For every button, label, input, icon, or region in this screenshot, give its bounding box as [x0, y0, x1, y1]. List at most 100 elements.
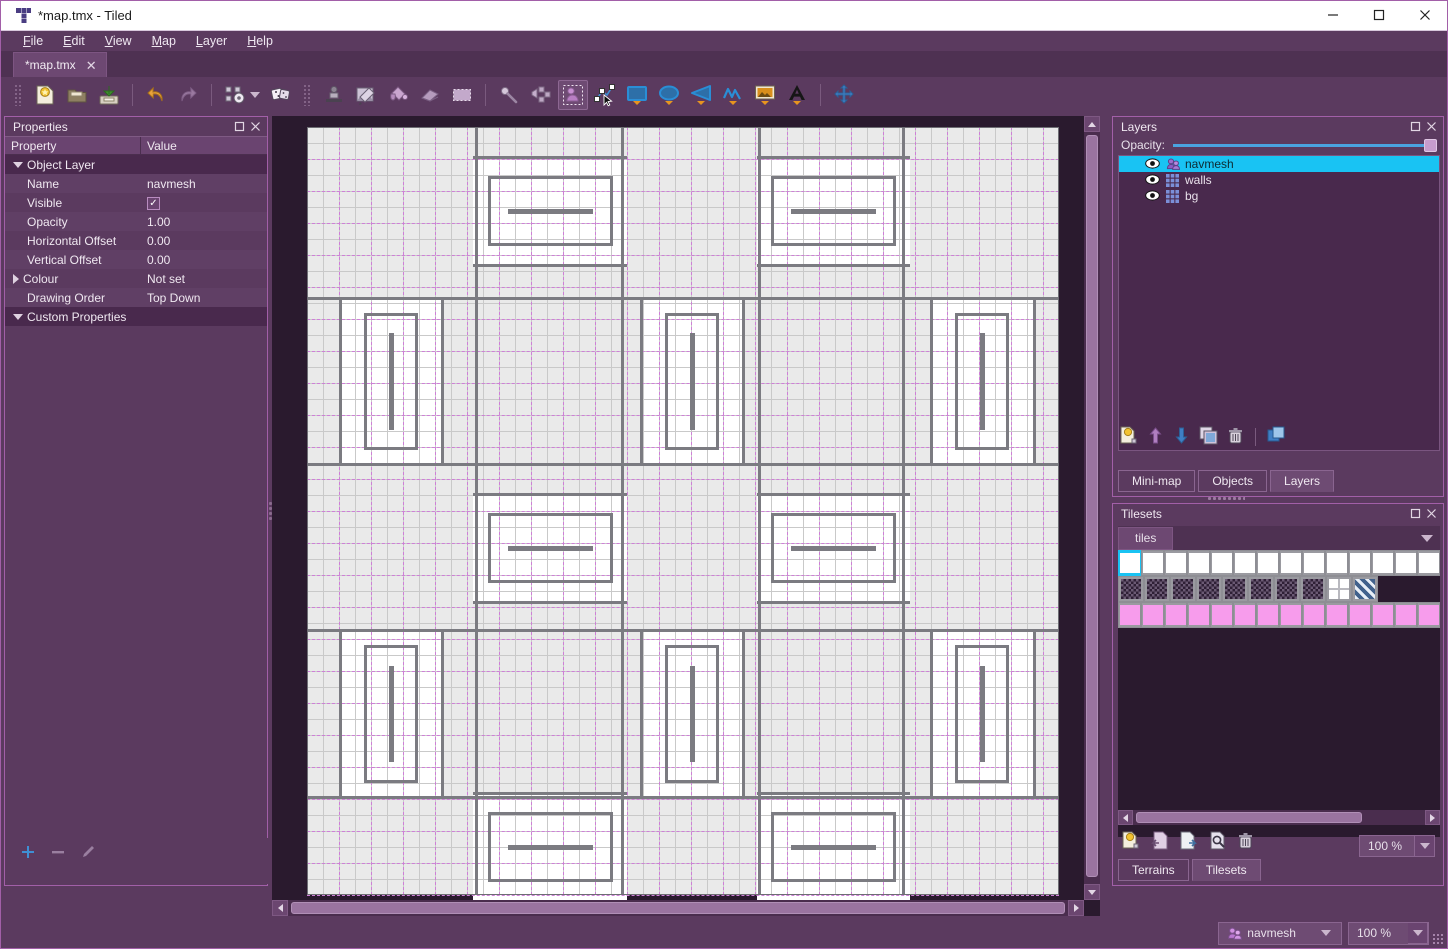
menu-view[interactable]: View: [95, 32, 142, 50]
properties-float-button[interactable]: [231, 119, 247, 135]
fill-bucket-button[interactable]: [383, 80, 413, 110]
property-value-colour[interactable]: Not set: [141, 272, 267, 286]
redo-button[interactable]: [173, 80, 203, 110]
random-mode-dropdown-caret[interactable]: [250, 92, 260, 98]
rectangle-select-button[interactable]: [447, 80, 477, 110]
tileset-tile[interactable]: [1164, 550, 1187, 576]
open-file-button[interactable]: [62, 80, 92, 110]
insert-polygon-button[interactable]: [686, 80, 716, 110]
chevron-down-icon[interactable]: [1421, 534, 1433, 542]
insert-ellipse-button[interactable]: [654, 80, 684, 110]
scroll-right-arrow[interactable]: [1068, 900, 1084, 916]
tileset-tile[interactable]: [1302, 602, 1325, 628]
tileset-tile[interactable]: [1274, 576, 1300, 602]
tileset-tile[interactable]: [1417, 550, 1440, 576]
magic-wand-button[interactable]: [494, 80, 524, 110]
tileset-zoom-dropdown[interactable]: [1415, 835, 1435, 857]
view-zoom-combo[interactable]: 100 %: [1347, 921, 1429, 945]
dock-resize-grip[interactable]: [1207, 496, 1246, 501]
new-layer-button[interactable]: [1119, 426, 1138, 448]
layers-close-button[interactable]: [1423, 119, 1439, 135]
tileset-tile[interactable]: [1118, 550, 1141, 576]
close-tab-icon[interactable]: ✕: [86, 59, 97, 72]
edit-polygons-button[interactable]: [590, 80, 620, 110]
layer-row-bg[interactable]: bg: [1119, 188, 1439, 204]
minimize-button[interactable]: [1310, 0, 1356, 30]
property-value-name[interactable]: navmesh: [141, 177, 267, 191]
tileset-scroll-right-arrow[interactable]: [1425, 810, 1440, 825]
canvas-vertical-scrollbar[interactable]: [1084, 116, 1100, 900]
menu-edit[interactable]: Edit: [53, 32, 95, 50]
rename-property-button[interactable]: [80, 844, 96, 863]
property-row-horizontal-offset[interactable]: Horizontal Offset 0.00: [5, 231, 267, 250]
toolbar-grip-2[interactable]: [303, 84, 312, 106]
tileset-tile[interactable]: [1144, 576, 1170, 602]
tileset-tile[interactable]: [1170, 576, 1196, 602]
opacity-slider-handle[interactable]: [1424, 139, 1437, 152]
layer-row-navmesh[interactable]: navmesh: [1119, 156, 1439, 172]
tileset-tile[interactable]: [1417, 602, 1440, 628]
property-value-vertical-offset[interactable]: 0.00: [141, 253, 267, 267]
tilesets-float-button[interactable]: [1407, 506, 1423, 522]
eraser-button[interactable]: [415, 80, 445, 110]
undo-button[interactable]: [141, 80, 171, 110]
tab-terrains[interactable]: Terrains: [1118, 859, 1189, 881]
document-tab-map-tmx[interactable]: *map.tmx ✕: [13, 52, 107, 77]
tileset-tile[interactable]: [1233, 550, 1256, 576]
current-layer-combo[interactable]: navmesh: [1218, 921, 1342, 945]
random-dice-button[interactable]: [266, 80, 296, 110]
property-row-visible[interactable]: Visible ✓: [5, 193, 267, 212]
tileset-scroll-thumb[interactable]: [1136, 812, 1362, 823]
tileset-tile[interactable]: [1279, 602, 1302, 628]
expand-triangle-icon[interactable]: [13, 273, 19, 284]
collapse-triangle-custom-icon[interactable]: [13, 313, 23, 320]
menu-file[interactable]: File: [13, 32, 53, 50]
terrain-brush-button[interactable]: [351, 80, 381, 110]
property-row-opacity[interactable]: Opacity 1.00: [5, 212, 267, 231]
tileset-tile[interactable]: [1394, 602, 1417, 628]
tileset-tile[interactable]: [1118, 576, 1144, 602]
property-row-colour[interactable]: Colour Not set: [5, 269, 267, 288]
property-value-visible[interactable]: ✓: [141, 195, 267, 210]
remove-tileset-button[interactable]: [1237, 832, 1254, 852]
tileset-zoom-control[interactable]: 100 %: [1359, 835, 1435, 857]
tileset-tile[interactable]: [1164, 602, 1187, 628]
property-row-name[interactable]: Name navmesh: [5, 174, 267, 193]
new-map-button[interactable]: [30, 80, 60, 110]
canvas-horizontal-scrollbar[interactable]: [272, 900, 1084, 916]
tileset-tile[interactable]: [1302, 550, 1325, 576]
tileset-tile[interactable]: [1118, 602, 1141, 628]
tileset-tile[interactable]: [1326, 576, 1352, 602]
tileset-tile[interactable]: [1196, 576, 1222, 602]
property-row-vertical-offset[interactable]: Vertical Offset 0.00: [5, 250, 267, 269]
tileset-tile[interactable]: [1325, 602, 1348, 628]
tileset-tile[interactable]: [1141, 550, 1164, 576]
tileset-tile[interactable]: [1348, 602, 1371, 628]
save-file-button[interactable]: [94, 80, 124, 110]
tileset-scroll-left-arrow[interactable]: [1118, 810, 1133, 825]
random-mode-button[interactable]: [220, 80, 250, 110]
layer-row-walls[interactable]: walls: [1119, 172, 1439, 188]
chevron-down-icon[interactable]: [1320, 930, 1331, 936]
menu-help[interactable]: Help: [237, 32, 283, 50]
tileset-tile[interactable]: [1371, 550, 1394, 576]
tab-objects[interactable]: Objects: [1198, 470, 1268, 492]
tileset-tile[interactable]: [1248, 576, 1274, 602]
tileset-horizontal-scrollbar[interactable]: [1118, 810, 1440, 825]
layers-float-button[interactable]: [1407, 119, 1423, 135]
tileset-tile[interactable]: [1210, 550, 1233, 576]
property-value-opacity[interactable]: 1.00: [141, 215, 267, 229]
collapse-triangle-icon[interactable]: [13, 161, 23, 168]
tileset-properties-button[interactable]: [1208, 831, 1227, 853]
eye-visibility-icon[interactable]: [1145, 158, 1160, 170]
property-group-custom-properties[interactable]: Custom Properties: [5, 307, 267, 326]
close-button[interactable]: [1402, 0, 1448, 30]
tileset-tile[interactable]: [1352, 576, 1378, 602]
property-value-horizontal-offset[interactable]: 0.00: [141, 234, 267, 248]
window-resize-grip[interactable]: [1432, 933, 1444, 945]
scroll-left-arrow[interactable]: [272, 900, 288, 916]
tileset-zoom-value[interactable]: 100 %: [1359, 835, 1415, 857]
scroll-down-arrow[interactable]: [1084, 884, 1100, 900]
visible-checkbox[interactable]: ✓: [147, 197, 160, 210]
horizontal-scroll-thumb[interactable]: [291, 902, 1065, 914]
